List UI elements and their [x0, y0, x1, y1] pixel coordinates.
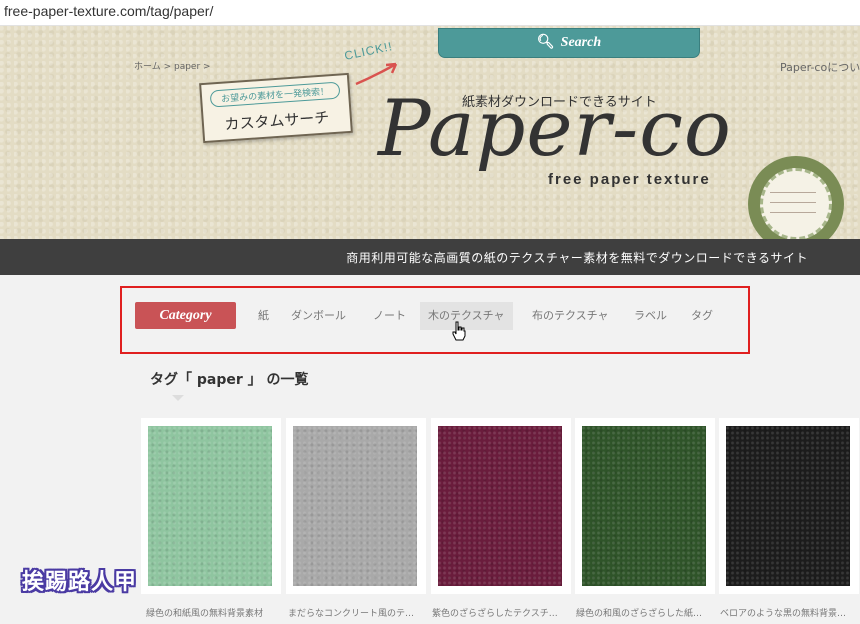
texture-card[interactable]: [431, 418, 571, 594]
about-link[interactable]: Paper-coについ: [780, 59, 860, 75]
texture-caption[interactable]: 紫色のざらざらしたテクスチ…: [432, 606, 572, 619]
category-label: Category: [135, 302, 236, 329]
watermark: 挨踢路人甲: [22, 570, 138, 595]
texture-caption[interactable]: ベロアのような黒の無料背景…: [720, 606, 860, 619]
band-text: 商用利用可能な高画質の紙のテクスチャー素材を無料でダウンロードできるサイト: [346, 251, 808, 265]
category-item-wood-texture[interactable]: 木のテクスチャ: [420, 302, 513, 330]
site-header: 🔍︎ Search ホーム > paper > Paper-coについ CLICK…: [0, 26, 860, 252]
site-logo[interactable]: Paper-co: [378, 90, 732, 168]
custom-search-title: カスタムサーチ: [223, 108, 330, 134]
texture-thumbnail[interactable]: [726, 426, 850, 586]
texture-thumbnail[interactable]: [438, 426, 562, 586]
category-item-tag[interactable]: タグ: [691, 302, 713, 330]
hand-cursor-icon: [452, 321, 466, 341]
category-item-cardboard[interactable]: ダンボール: [291, 302, 346, 330]
site-tagline: free paper texture: [548, 171, 711, 188]
texture-card[interactable]: [575, 418, 715, 594]
title-pointer: [172, 395, 184, 401]
url-text: free-paper-texture.com/tag/paper/: [4, 3, 214, 19]
category-item-cloth-texture[interactable]: 布のテクスチャ: [532, 302, 609, 330]
texture-thumbnail[interactable]: [293, 426, 417, 586]
category-item-label[interactable]: ラベル: [634, 302, 667, 330]
texture-caption[interactable]: 緑色の和紙風の無料背景素材: [146, 606, 286, 619]
texture-card[interactable]: [719, 418, 859, 594]
texture-caption[interactable]: まだらなコンクリート風のテ…: [288, 606, 428, 619]
category-item-notebook[interactable]: ノート: [373, 302, 406, 330]
texture-thumbnail[interactable]: [582, 426, 706, 586]
category-item-paper[interactable]: 紙: [258, 302, 269, 330]
breadcrumb[interactable]: ホーム > paper >: [134, 59, 211, 72]
custom-search-card[interactable]: お望みの素材を一発検索！ カスタムサーチ: [199, 72, 353, 144]
section-title: タグ「 paper 」 の一覧: [150, 372, 309, 388]
search-icon: 🔍︎: [536, 35, 555, 50]
label-sticker-icon: [748, 156, 844, 252]
search-label: Search: [560, 35, 602, 50]
texture-card[interactable]: [141, 418, 281, 594]
texture-caption[interactable]: 緑色の和風のざらざらした紙…: [576, 606, 716, 619]
custom-search-small-text: お望みの素材を一発検索！: [209, 81, 341, 108]
texture-card[interactable]: [286, 418, 426, 594]
category-nav: Category 紙 ダンボール ノート 木のテクスチャ 布のテクスチャ ラベル…: [120, 286, 750, 354]
search-button[interactable]: 🔍︎ Search: [438, 28, 700, 58]
texture-thumbnail[interactable]: [148, 426, 272, 586]
address-bar[interactable]: free-paper-texture.com/tag/paper/: [0, 0, 860, 26]
description-band: 商用利用可能な高画質の紙のテクスチャー素材を無料でダウンロードできるサイト: [0, 239, 860, 275]
